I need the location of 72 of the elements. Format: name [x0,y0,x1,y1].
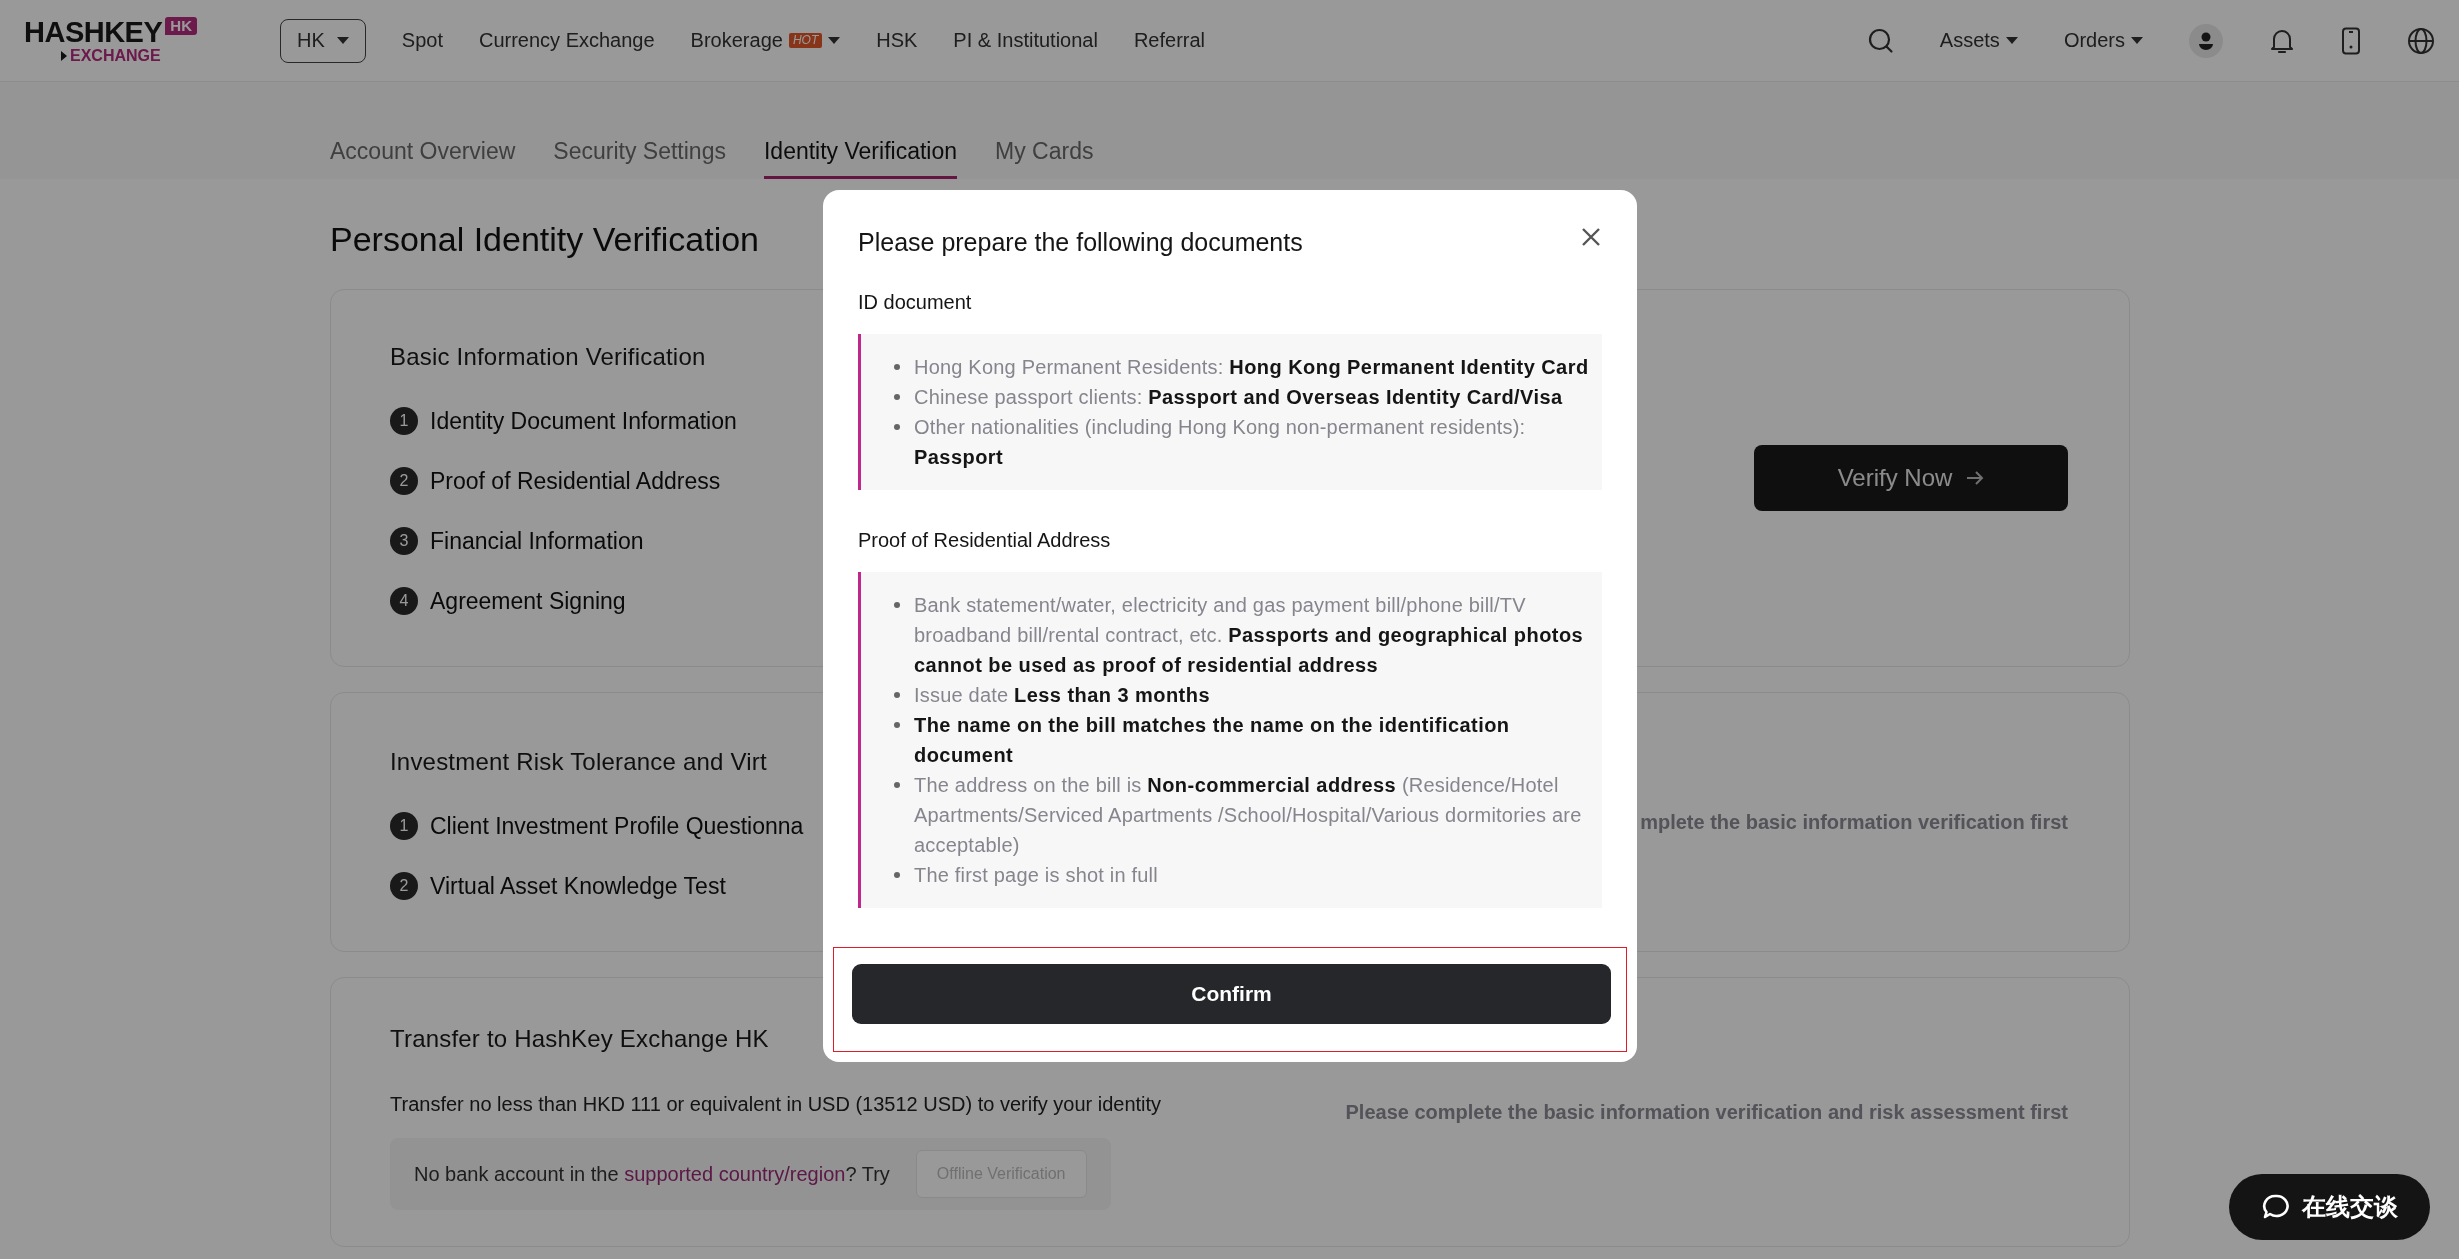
tab[interactable]: Security Settings [553,138,726,179]
arrow-icon [1966,470,1985,486]
step-label: Proof of Residential Address [430,467,721,495]
logo-subtitle: EXCHANGE [70,46,161,65]
nav-link[interactable]: Referral [1133,29,1206,52]
caret-icon [2005,36,2018,45]
step-number: 4 [390,587,418,615]
list-item: The name on the bill matches the name on the identification document [914,713,1511,768]
region-select[interactable]: HK [280,18,366,63]
step-number: 2 [390,872,418,900]
list-item: The address on the bill is Non-commercial address (Residence/Hotel Apartments/Serviced Apartments /School/Hospital/Various dormitories are acceptable) [914,773,1583,858]
avatar-icon[interactable] [2189,23,2223,58]
notice-text: No bank account in the supported country/region? Try [414,1162,890,1186]
nav-link[interactable]: PI & Institutional [953,29,1098,52]
bullet-icon [894,424,900,430]
list-item: Hong Kong Permanent Residents: Hong Kong Permanent Identity Card [914,355,1589,380]
search-icon[interactable] [1867,27,1894,54]
modal-title: Please prepare the following documents [858,227,1303,257]
bullet-icon [894,364,900,370]
list-item: Issue date Less than 3 months [914,683,1210,708]
nav-menu[interactable]: Orders [2063,29,2143,52]
section-title: Basic Information Verification [390,343,706,371]
caret-icon [2131,36,2143,45]
bullet-icon [894,692,900,698]
nav-link[interactable]: Currency Exchange [478,29,655,52]
list-item: Chinese passport clients: Passport and Overseas Identity Card/Visa [914,385,1563,410]
bullet-icon [894,782,900,788]
nav-menu[interactable]: Assets [1939,29,2018,52]
step-number: 3 [390,527,418,555]
step-number: 1 [390,812,418,840]
page-title: Personal Identity Verification [330,219,760,260]
nav-link[interactable]: HSK [876,29,918,52]
tab[interactable]: Identity Verification [763,138,957,179]
group-heading: Proof of Residential Address [858,529,1111,552]
close-icon[interactable] [1581,227,1601,247]
section-title: Transfer to HashKey Exchange HK [390,1025,769,1053]
bullet-icon [894,872,900,878]
step-label: Financial Information [430,527,644,555]
region-link[interactable]: supported country/region [624,1162,846,1185]
confirm-button[interactable]: Confirm [852,964,1611,1024]
chat-button[interactable]: 在线交谈 [2229,1174,2430,1240]
hint-text: Please complete the basic information verification and risk assessment first [1345,1100,2068,1124]
tab[interactable]: My Cards [995,138,1094,179]
list-item: The first page is shot in full [914,863,1158,888]
list-item: Bank statement/water, electricity and gas payment bill/phone bill/TV broadband bill/rental contract, etc. Passports and geographical photos cannot be used as proof of residential address [914,593,1585,678]
hint-text: mplete the basic information verification first [1640,810,2068,834]
logo-badge: HK [165,16,197,35]
step-label: Identity Document Information [430,407,737,435]
step-label: Client Investment Profile Questionna [430,812,804,840]
group-heading: ID document [858,291,972,314]
hot-badge: HOT [788,33,823,48]
step-number: 1 [390,407,418,435]
step-label: Agreement Signing [430,587,626,615]
bullet-icon [894,722,900,728]
bullet-icon [894,602,900,608]
phone-icon[interactable] [2341,26,2361,55]
logo-wordmark: HASHKEY [24,16,163,47]
play-icon [61,50,67,61]
tab[interactable]: Account Overview [330,138,516,179]
step-label: Virtual Asset Knowledge Test [430,872,726,900]
list-item: Other nationalities (including Hong Kong non-permanent residents): Passport [914,415,1527,470]
chat-bubble-icon [2261,1193,2290,1221]
globe-icon[interactable] [2407,26,2435,55]
nav-link[interactable]: Spot [401,29,443,52]
section-description: Transfer no less than HKD 111 or equivalent in USD (13512 USD) to verify your identity [390,1093,1162,1116]
step-number: 2 [390,467,418,495]
caret-icon [336,36,349,45]
nav-link[interactable]: Brokerage HOT [690,29,841,52]
bullet-icon [894,394,900,400]
verify-now-button[interactable]: Verify Now [1754,445,2068,511]
caret-icon [828,36,841,45]
section-title: Investment Risk Tolerance and Virt [390,748,767,776]
